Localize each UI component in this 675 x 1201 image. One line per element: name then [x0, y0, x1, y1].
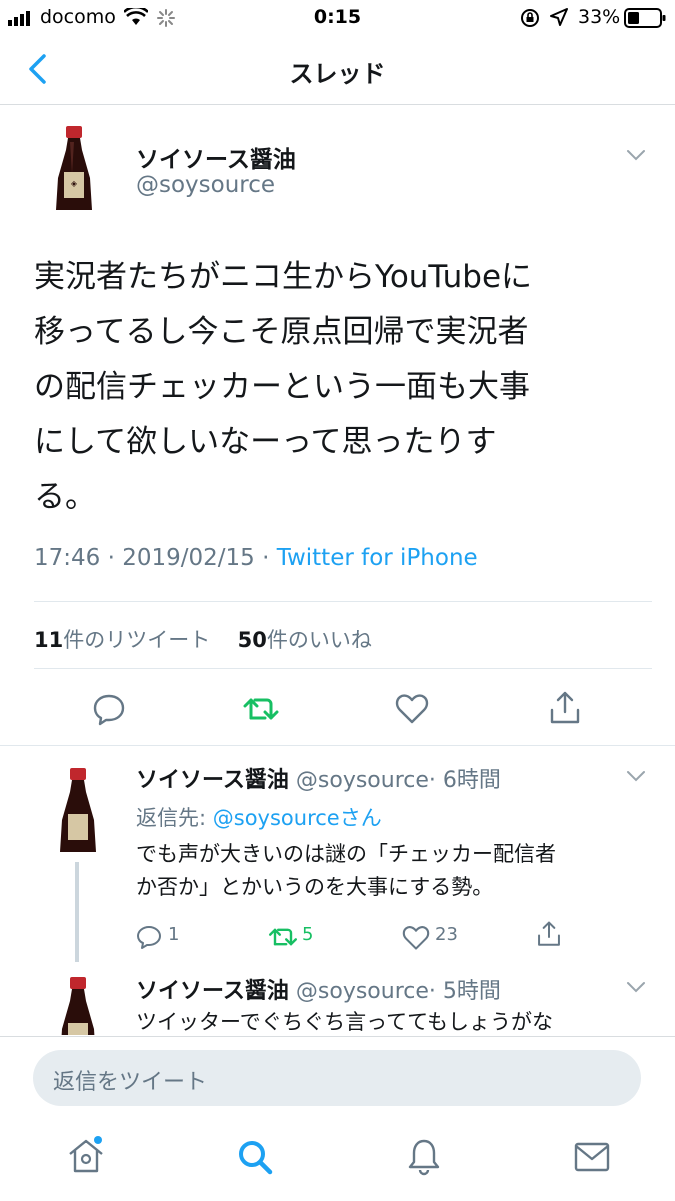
divider	[34, 668, 652, 669]
status-time: 0:15	[313, 6, 362, 28]
reply-compose-field[interactable]: 返信をツイート	[33, 1050, 641, 1106]
reply-avatar[interactable]	[56, 975, 100, 1035]
tab-notifications[interactable]	[406, 1138, 442, 1180]
reply-text-line: でも声が大きいのは謎の「チェッカー配信者	[136, 842, 556, 866]
tweet-menu-button[interactable]	[620, 140, 652, 170]
status-bar: docomo 0:15 33%	[0, 0, 675, 36]
reply-to-prefix: 返信先:	[136, 806, 213, 830]
reply-share-button[interactable]	[536, 920, 562, 952]
thread-connector-line	[75, 862, 79, 962]
reply-menu-button[interactable]	[620, 762, 652, 790]
reply-text-line: か否か」とかいうのを大事にする勢。	[136, 875, 494, 899]
reply-retweet-count: 5	[302, 924, 314, 945]
main-tweet-avatar[interactable]: ◈	[52, 124, 96, 214]
orientation-lock-icon	[521, 9, 539, 27]
search-icon	[239, 1141, 273, 1175]
messages-icon	[574, 1142, 610, 1172]
tweet-text-line: る。	[34, 479, 96, 515]
reply-avatar[interactable]	[56, 766, 100, 856]
tab-bar	[0, 1118, 675, 1200]
author-display-name[interactable]: ソイソース醤油	[136, 140, 296, 174]
retweet-icon	[243, 698, 279, 720]
tab-search[interactable]	[236, 1138, 274, 1180]
reply-icon	[93, 694, 125, 726]
reply-time: · 5時間	[428, 979, 501, 1004]
navigation-header: スレッド	[0, 36, 675, 105]
reply-compose-placeholder: 返信をツイート	[53, 1070, 208, 1095]
reply-text-line: ツイッターでぐちぐち言っててもしょうがな	[136, 1010, 554, 1034]
page-title: スレッド	[289, 60, 386, 88]
engagement-stats: 11件のリツイート 50件のいいね	[34, 624, 372, 654]
reply-body: ツイッターでぐちぐち言っててもしょうがな	[136, 1006, 553, 1036]
reply-header: ソイソース醤油 @soysource· 6時間	[136, 762, 501, 794]
chevron-down-icon	[627, 982, 645, 993]
author-handle[interactable]: @soysource	[136, 172, 275, 198]
heart-icon	[395, 694, 429, 724]
heart-icon	[402, 926, 430, 950]
reply-body: でも声が大きいのは謎の「チェッカー配信者 か否か」とかいうのを大事にする勢。	[136, 838, 556, 904]
reply-button[interactable]	[92, 692, 126, 726]
tweet-body: 実況者たちがニコ生からYouTubeに 移ってるし今こそ原点回帰で実況者 の配信…	[34, 250, 654, 525]
reply-count: 1	[168, 924, 180, 945]
location-arrow-icon	[550, 8, 568, 26]
battery-icon	[624, 8, 666, 28]
divider	[0, 745, 675, 746]
tweet-text-line: にして欲しいなーって思ったりす	[34, 424, 497, 460]
like-count: 50	[237, 628, 267, 652]
retweet-count: 11	[34, 628, 64, 652]
reply-to-line: 返信先: @soysourceさん	[136, 802, 382, 832]
share-button[interactable]	[548, 690, 582, 726]
home-icon	[69, 1136, 103, 1173]
retweet-label: 件のリツイート	[63, 628, 211, 652]
svg-text:◈: ◈	[71, 179, 78, 188]
soy-sauce-bottle-avatar	[61, 977, 95, 1035]
reply-display-name[interactable]: ソイソース醤油	[136, 768, 289, 793]
share-icon	[550, 691, 580, 724]
like-button[interactable]	[395, 693, 429, 725]
reply-header: ソイソース醤油 @soysource· 5時間	[136, 973, 501, 1005]
retweet-stat[interactable]: 11件のリツイート	[34, 628, 210, 652]
reply-icon	[137, 926, 161, 949]
like-stat[interactable]: 50件のいいね	[238, 628, 372, 652]
tweet-meta: 17:46 · 2019/02/15 · Twitter for iPhone	[34, 545, 478, 571]
share-icon	[538, 921, 560, 946]
chevron-down-icon	[627, 771, 645, 782]
tweet-timestamp: 17:46 · 2019/02/15 ·	[34, 545, 277, 571]
notifications-icon	[408, 1139, 440, 1176]
chevron-down-icon	[627, 150, 645, 161]
tab-home[interactable]	[66, 1136, 106, 1180]
soy-sauce-bottle-avatar: ◈	[56, 126, 92, 210]
reply-to-handle[interactable]: @soysourceさん	[213, 806, 382, 830]
retweet-button[interactable]	[243, 694, 279, 724]
battery-percent: 33%	[578, 6, 621, 28]
reply-handle[interactable]: @soysource	[296, 979, 429, 1004]
reply-time: · 6時間	[428, 768, 501, 793]
reply-handle[interactable]: @soysource	[296, 768, 429, 793]
tweet-source-link[interactable]: Twitter for iPhone	[277, 545, 478, 571]
reply-like-count: 23	[435, 924, 458, 945]
tab-messages[interactable]	[574, 1142, 610, 1176]
divider	[34, 601, 652, 602]
reply-menu-button[interactable]	[620, 973, 652, 1001]
soy-sauce-bottle-avatar	[60, 768, 96, 852]
retweet-icon	[269, 928, 297, 946]
tweet-text-line: の配信チェッカーという一面も大事	[34, 369, 530, 405]
tweet-text-line: 移ってるし今こそ原点回帰で実況者	[34, 314, 529, 350]
like-label: 件のいいね	[266, 628, 372, 652]
reply-display-name[interactable]: ソイソース醤油	[136, 979, 289, 1004]
tweet-text-line: 実況者たちがニコ生からYouTubeに	[34, 259, 533, 295]
